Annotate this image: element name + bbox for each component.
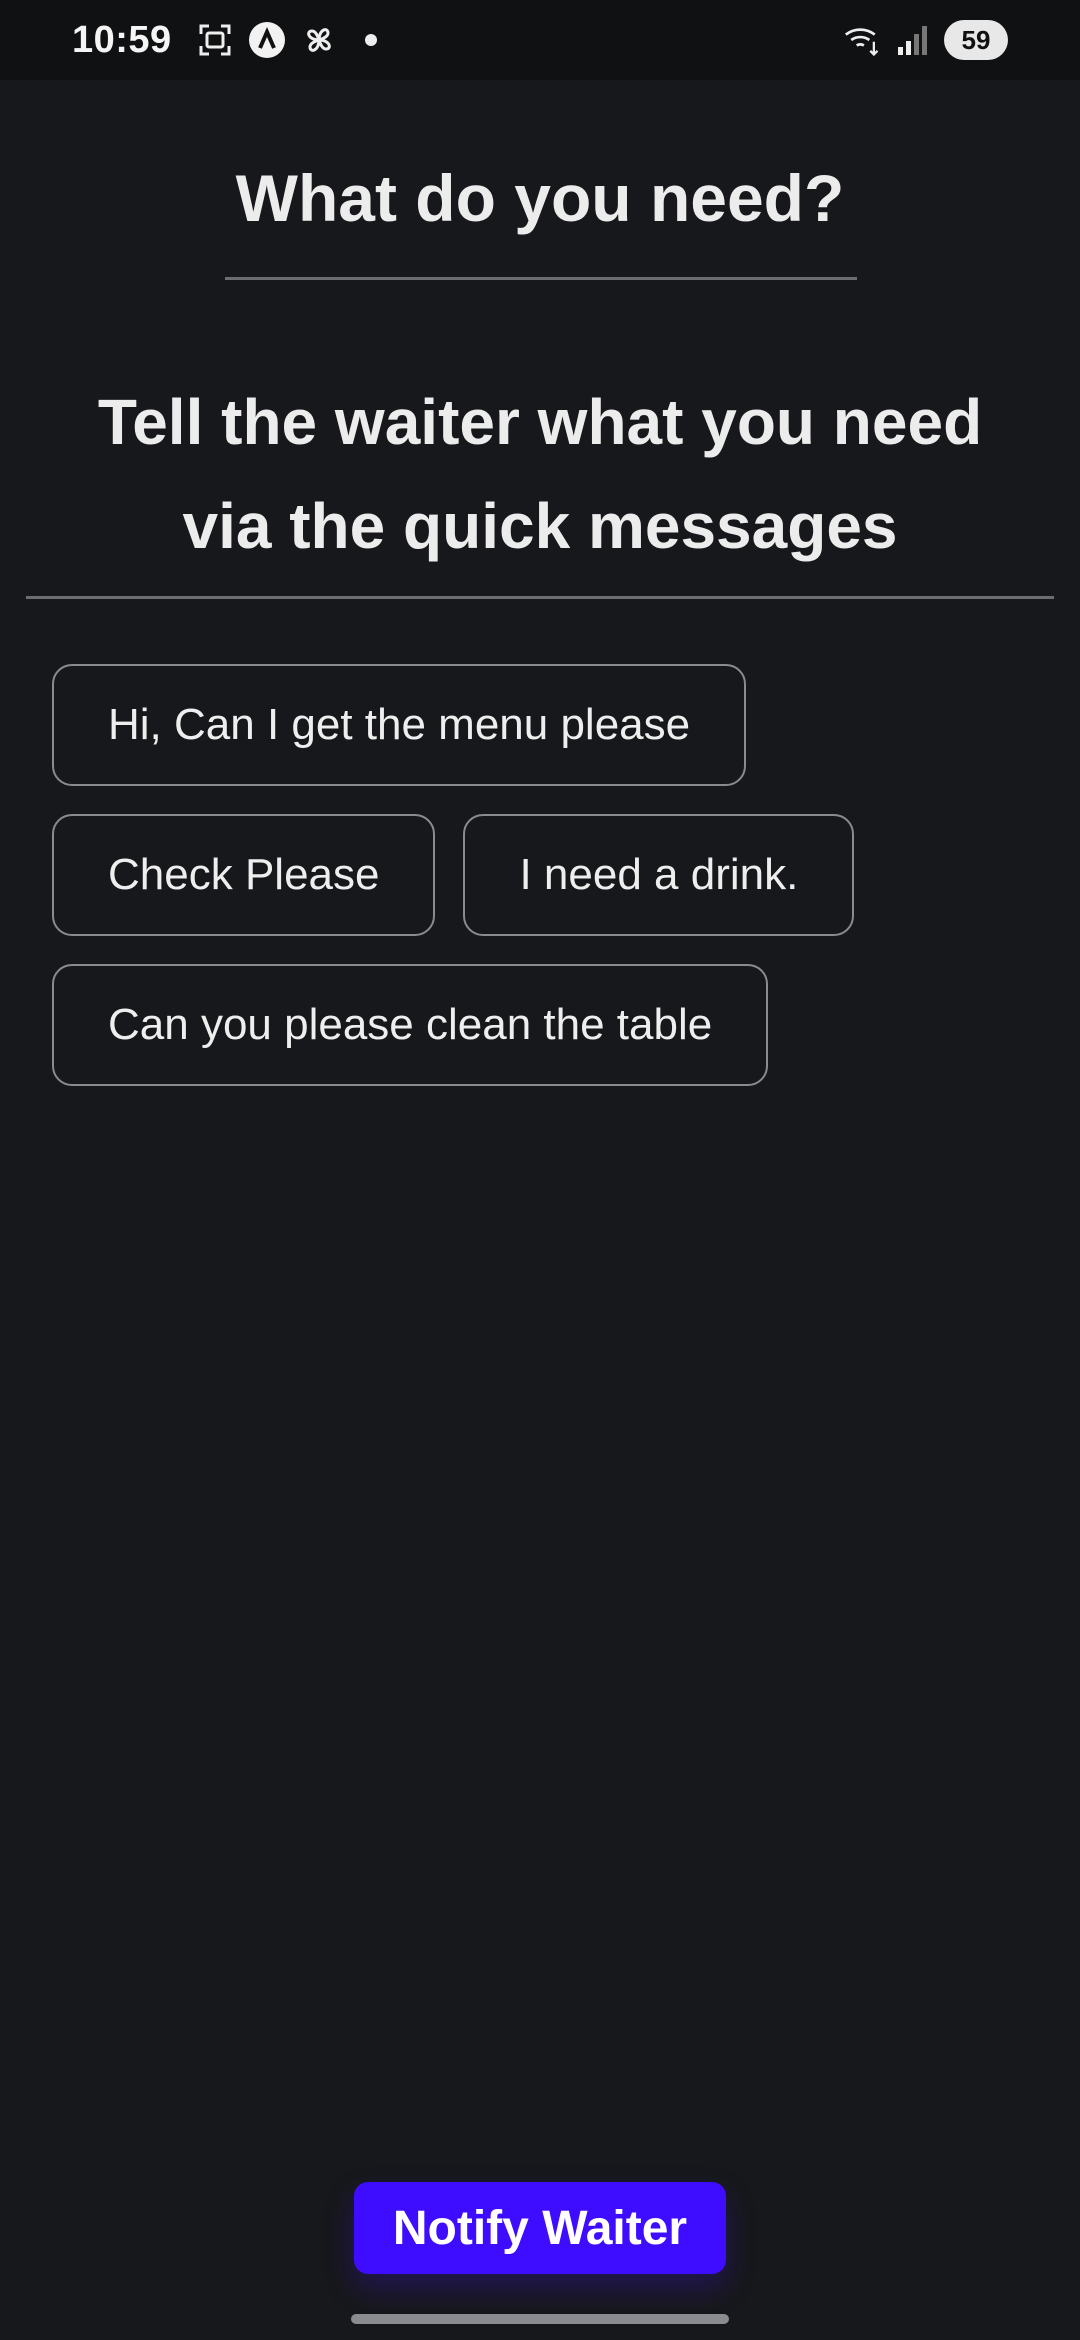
notify-waiter-button[interactable]: Notify Waiter: [354, 2182, 726, 2274]
quick-message-menu[interactable]: Hi, Can I get the menu please: [52, 664, 747, 786]
chip-row: Check Please I need a drink.: [52, 814, 1032, 936]
status-left: 10:59: [72, 19, 390, 62]
title-divider: [225, 277, 857, 280]
screenshot-icon: [196, 21, 234, 59]
pinwheel-icon: [300, 21, 338, 59]
instructions-line-1: Tell the waiter what you need: [97, 386, 983, 458]
quick-messages-list: Hi, Can I get the menu please Check Plea…: [52, 664, 1032, 1114]
page-title: What do you need?: [235, 161, 845, 235]
screen: 10:59 59 What do you need? Tell the wait…: [0, 0, 1080, 2340]
status-right: 59: [844, 20, 1008, 60]
notify-area: Notify Waiter: [354, 2182, 726, 2274]
app-a-icon: [248, 21, 286, 59]
home-indicator[interactable]: [351, 2314, 729, 2324]
battery-indicator: 59: [944, 20, 1008, 60]
instructions-text: Tell the waiter what you need via the qu…: [60, 370, 1020, 578]
chip-row: Can you please clean the table: [52, 964, 1032, 1086]
signal-icon: [894, 21, 932, 59]
status-bar: 10:59 59: [0, 0, 1080, 80]
dot-icon: [352, 21, 390, 59]
quick-message-check[interactable]: Check Please: [52, 814, 436, 936]
wifi-icon: [844, 21, 882, 59]
quick-message-drink[interactable]: I need a drink.: [463, 814, 855, 936]
chip-row: Hi, Can I get the menu please: [52, 664, 1032, 786]
section-divider: [26, 596, 1054, 599]
status-time: 10:59: [72, 18, 172, 61]
quick-message-clean-table[interactable]: Can you please clean the table: [52, 964, 769, 1086]
instructions-line-2: via the quick messages: [182, 490, 898, 562]
